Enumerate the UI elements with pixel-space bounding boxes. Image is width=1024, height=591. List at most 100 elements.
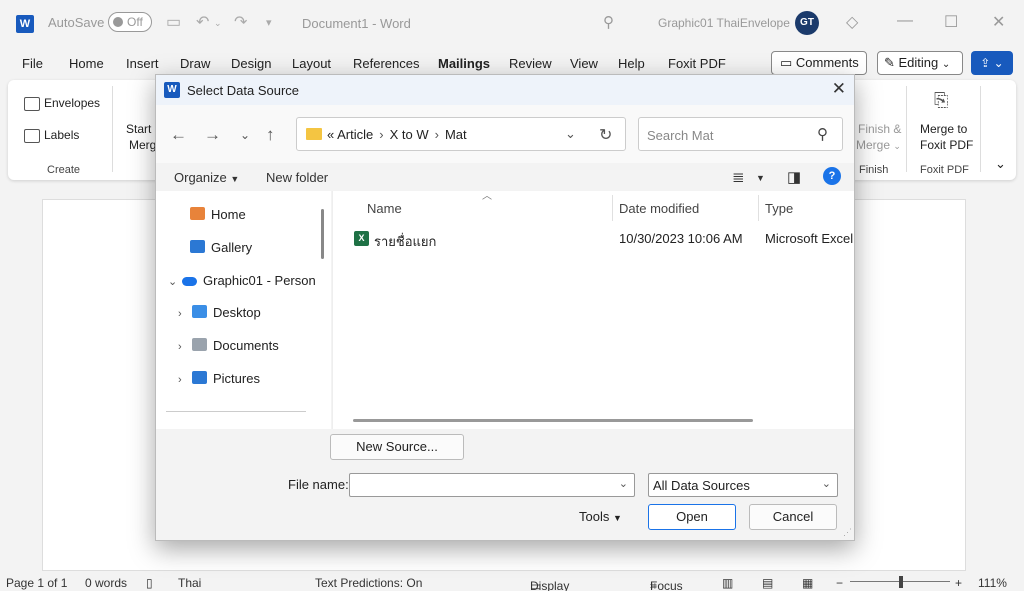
tab-draw[interactable]: Draw: [180, 56, 210, 71]
text-predictions[interactable]: Text Predictions: On: [315, 576, 422, 590]
undo-icon[interactable]: ↶: [196, 12, 209, 32]
view-options-icon[interactable]: ≣: [732, 168, 745, 186]
view-dropdown-icon[interactable]: ▼: [756, 173, 765, 183]
diamond-icon[interactable]: ◇: [846, 12, 858, 32]
finish-merge-button[interactable]: Finish &: [858, 122, 901, 136]
close-icon[interactable]: ✕: [832, 79, 846, 99]
up-icon[interactable]: ↑: [266, 125, 275, 145]
tab-home[interactable]: Home: [69, 56, 104, 71]
tab-foxit-pdf[interactable]: Foxit PDF: [668, 56, 726, 71]
zoom-out-icon[interactable]: −: [836, 576, 843, 590]
tab-design[interactable]: Design: [231, 56, 271, 71]
avatar[interactable]: GT: [795, 11, 819, 35]
resize-grip-icon[interactable]: ⋰: [843, 527, 852, 538]
open-button[interactable]: Open: [648, 504, 736, 530]
autosave-toggle[interactable]: Off: [108, 12, 152, 32]
zoom-in-icon[interactable]: +: [955, 576, 962, 590]
editing-button[interactable]: ✎ Editing ⌄: [877, 51, 963, 75]
search-icon[interactable]: ⚲: [817, 125, 828, 143]
organize-label: Organize: [174, 170, 227, 185]
labels-button[interactable]: Labels: [24, 128, 79, 143]
word-count[interactable]: 0 words: [85, 576, 127, 590]
caret-down-icon: ▼: [612, 513, 622, 523]
breadcrumb-item[interactable]: X to W: [390, 127, 429, 142]
close-window-icon[interactable]: ✕: [992, 12, 1005, 32]
search-input[interactable]: Search Mat ⚲: [638, 117, 843, 151]
address-bar[interactable]: « Article › X to W › Mat ⌄ ↻: [296, 117, 626, 151]
dialog-title: Select Data Source: [187, 83, 300, 98]
tab-view[interactable]: View: [570, 56, 598, 71]
merge-to-foxit-label: Merge to: [920, 122, 968, 136]
focus-label: Focus: [650, 579, 683, 591]
nav-item-gallery[interactable]: Gallery: [190, 240, 252, 255]
tab-layout[interactable]: Layout: [292, 56, 331, 71]
column-header-name[interactable]: Name: [367, 201, 402, 216]
page-count[interactable]: Page 1 of 1: [6, 576, 67, 590]
new-source-button[interactable]: New Source...: [330, 434, 464, 460]
cancel-button[interactable]: Cancel: [749, 504, 837, 530]
tab-mailings[interactable]: Mailings: [438, 56, 491, 77]
nav-item-pictures[interactable]: › Pictures: [178, 371, 260, 386]
breadcrumb-item[interactable]: Mat: [445, 127, 467, 142]
nav-item-documents[interactable]: › Documents: [178, 338, 279, 353]
column-header-type[interactable]: Type: [765, 201, 793, 216]
refresh-icon[interactable]: ↻: [599, 125, 612, 145]
tab-references[interactable]: References: [353, 56, 419, 71]
nav-item-desktop[interactable]: › Desktop: [178, 305, 261, 320]
tab-review[interactable]: Review: [509, 56, 552, 71]
column-header-date[interactable]: Date modified: [619, 201, 699, 216]
save-icon[interactable]: ▭: [166, 12, 181, 32]
nav-scrollbar[interactable]: [321, 209, 324, 259]
nav-item-home[interactable]: Home: [190, 207, 246, 222]
comments-button[interactable]: ▭ Comments: [771, 51, 867, 75]
web-layout-icon[interactable]: ▦: [802, 576, 813, 590]
column-separator[interactable]: [612, 195, 613, 221]
recent-locations-icon[interactable]: ⌄: [240, 128, 250, 142]
collapse-ribbon-icon[interactable]: ⌄: [995, 156, 1006, 172]
customize-qat-icon[interactable]: ▾: [266, 16, 272, 29]
chevron-down-icon[interactable]: ⌄: [619, 477, 628, 490]
tab-help[interactable]: Help: [618, 56, 645, 71]
chevron-right-icon: ›: [178, 374, 182, 386]
preview-pane-icon[interactable]: ◨: [787, 168, 801, 186]
tab-file[interactable]: File: [22, 56, 43, 71]
file-name-cell[interactable]: รายชื่อแยก: [374, 231, 436, 252]
file-type-select[interactable]: All Data Sources ⌄: [648, 473, 838, 497]
nav-item-onedrive[interactable]: ⌄ Graphic01 - Person: [168, 273, 316, 288]
envelopes-button[interactable]: Envelopes: [24, 96, 100, 111]
breadcrumb-overflow[interactable]: «: [327, 127, 334, 142]
start-mail-merge-button[interactable]: Start I: [126, 122, 158, 136]
address-dropdown-icon[interactable]: ⌄: [565, 126, 576, 142]
nav-item-label: Gallery: [211, 240, 253, 255]
zoom-slider-thumb[interactable]: [899, 576, 903, 588]
undo-dropdown-icon[interactable]: ⌄: [214, 18, 222, 29]
tab-insert[interactable]: Insert: [126, 56, 159, 71]
word-logo-icon: W: [16, 15, 34, 33]
forward-icon[interactable]: →: [204, 125, 221, 145]
labels-label: Labels: [44, 128, 80, 142]
group-label-create: Create: [47, 164, 81, 176]
tools-button[interactable]: Tools ▼: [579, 509, 622, 524]
minimize-icon[interactable]: —: [897, 12, 913, 30]
zoom-level[interactable]: 111%: [978, 576, 1007, 590]
chevron-right-icon: ›: [178, 308, 182, 320]
back-icon[interactable]: ←: [170, 125, 187, 145]
search-icon[interactable]: ⚲: [603, 13, 614, 31]
language[interactable]: Thai: [178, 576, 201, 590]
breadcrumb-item[interactable]: Article: [337, 127, 373, 142]
organize-button[interactable]: Organize ▼: [174, 170, 239, 185]
read-mode-icon[interactable]: ▥: [722, 576, 733, 590]
help-icon[interactable]: ?: [823, 167, 841, 185]
horizontal-scrollbar[interactable]: [353, 419, 753, 422]
new-folder-button[interactable]: New folder: [266, 170, 328, 185]
print-layout-icon[interactable]: ▤: [762, 576, 773, 590]
start-mail-merge-label-2: Merg: [129, 138, 157, 152]
file-name-field[interactable]: ⌄: [349, 473, 635, 497]
column-separator[interactable]: [758, 195, 759, 221]
merge-to-foxit-pdf-button[interactable]: Merge to: [920, 122, 967, 136]
redo-icon[interactable]: ↷: [234, 12, 247, 32]
autosave-label: AutoSave: [48, 15, 105, 30]
share-button[interactable]: ⇪ ⌄: [971, 51, 1013, 75]
proofing-icon[interactable]: ▯: [146, 576, 153, 590]
maximize-icon[interactable]: ☐: [944, 12, 958, 32]
